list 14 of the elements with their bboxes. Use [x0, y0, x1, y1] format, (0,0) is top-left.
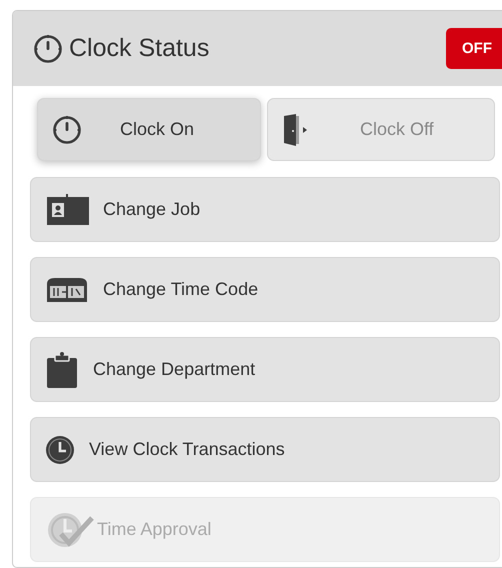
door-icon: [282, 112, 308, 146]
action-button[interactable]: Change Department: [30, 337, 500, 402]
clock-icon: [45, 434, 75, 464]
action-button[interactable]: Change Time Code: [30, 257, 500, 322]
header-stopwatch-icon: [33, 34, 63, 64]
status-badge: OFF: [446, 28, 502, 69]
clipboard-icon: [45, 350, 79, 388]
action-button[interactable]: Change Job: [30, 177, 500, 242]
action-button[interactable]: View Clock Transactions: [30, 417, 500, 482]
clock-button[interactable]: Clock On: [37, 98, 261, 161]
ticket-icon: [45, 276, 89, 304]
id-card-icon: [45, 192, 89, 226]
panel-title: Clock Status: [69, 34, 210, 63]
stopwatch-icon: [52, 114, 82, 144]
